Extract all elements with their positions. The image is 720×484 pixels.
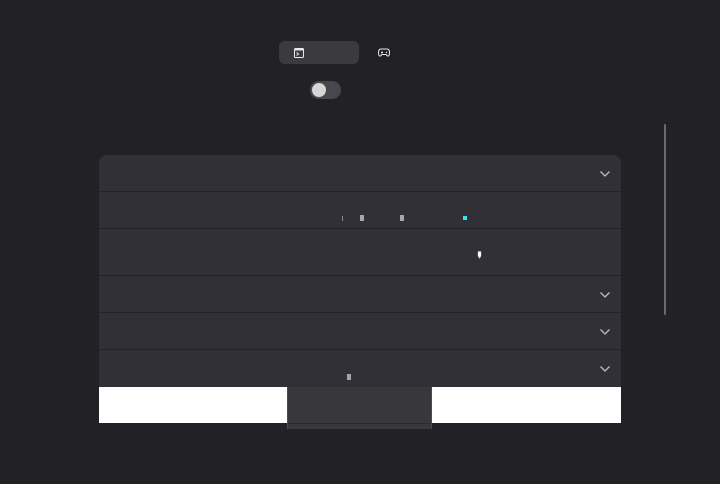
settings-row-4[interactable] bbox=[99, 276, 621, 313]
toggle-switch[interactable] bbox=[310, 81, 341, 99]
marker-d bbox=[347, 374, 351, 380]
pointer-cursor-icon bbox=[477, 251, 482, 259]
popup-menu[interactable] bbox=[287, 387, 432, 429]
toggle-knob bbox=[312, 83, 326, 97]
settings-row-2[interactable] bbox=[99, 192, 621, 229]
marker-b bbox=[360, 215, 364, 221]
settings-row-6[interactable] bbox=[99, 350, 621, 387]
settings-row-1[interactable] bbox=[99, 155, 621, 192]
terminal-window-icon bbox=[294, 47, 304, 58]
tab-gamepad-view[interactable] bbox=[368, 41, 400, 64]
tab-terminal-view[interactable] bbox=[279, 41, 359, 64]
gamepad-icon bbox=[378, 48, 390, 57]
marker-c bbox=[400, 215, 404, 221]
app-page bbox=[0, 0, 720, 484]
settings-card bbox=[99, 155, 621, 423]
view-switcher bbox=[279, 41, 390, 64]
popup-divider bbox=[288, 423, 431, 424]
chevron-down-icon bbox=[599, 170, 611, 178]
accent-marker bbox=[463, 216, 467, 220]
bottom-panel bbox=[99, 387, 621, 429]
white-panel-right bbox=[432, 387, 621, 423]
marker-a bbox=[342, 216, 343, 221]
white-panel-left bbox=[99, 387, 287, 423]
scrollbar-thumb[interactable] bbox=[664, 124, 666, 315]
settings-row-3[interactable] bbox=[99, 229, 621, 276]
chevron-down-icon bbox=[599, 291, 611, 299]
chevron-down-icon bbox=[599, 365, 611, 373]
chevron-down-icon bbox=[599, 328, 611, 336]
settings-row-5[interactable] bbox=[99, 313, 621, 350]
